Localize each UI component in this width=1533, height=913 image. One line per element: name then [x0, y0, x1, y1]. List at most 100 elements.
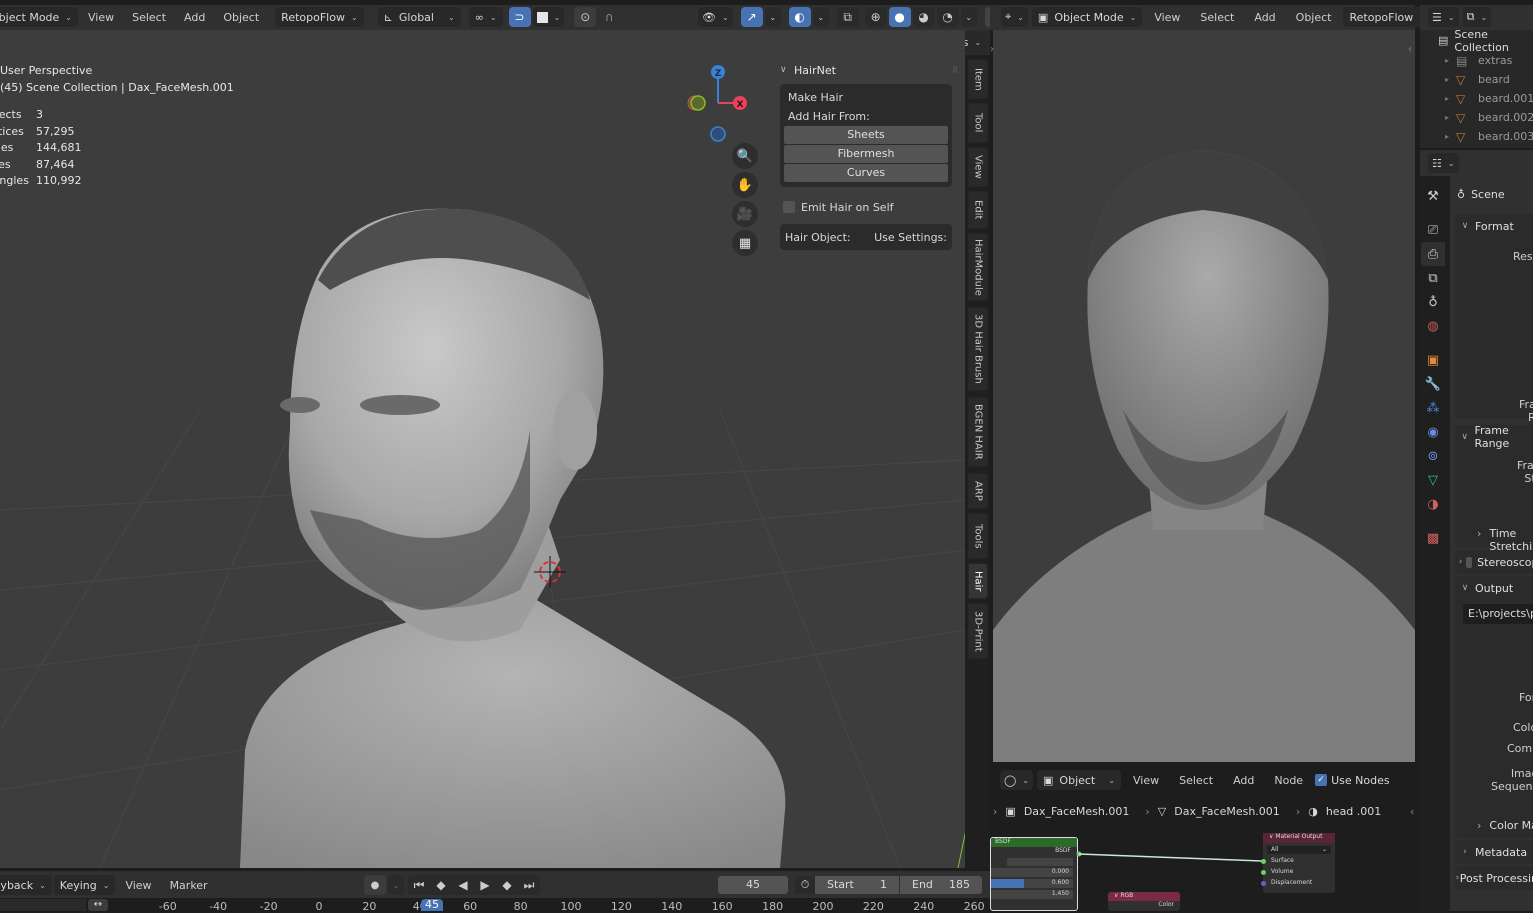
curves-button[interactable]: Curves: [784, 164, 948, 182]
tab-view-layer[interactable]: ⧉: [1421, 266, 1445, 290]
material-output-node[interactable]: ∨ Material Output All ⌄ Surface Volume Di…: [1261, 833, 1335, 893]
right-3d-viewport[interactable]: [993, 30, 1415, 762]
tab-3d-hair-brush[interactable]: 3D Hair Brush: [968, 307, 988, 391]
gizmo-toggle[interactable]: ↗: [740, 7, 763, 27]
timeline-menu-view[interactable]: View: [117, 875, 159, 895]
end-frame-field[interactable]: End 185: [900, 876, 982, 894]
playhead-frame[interactable]: 45: [421, 899, 443, 911]
right-menu-object[interactable]: Object: [1288, 7, 1340, 27]
timeline-ruler[interactable]: [0, 898, 990, 911]
shading-rendered[interactable]: ◔: [936, 7, 959, 27]
y-axis-handle[interactable]: [690, 95, 706, 111]
tab-material[interactable]: ◑: [1421, 492, 1445, 516]
next-keyframe-button[interactable]: ◆: [496, 875, 518, 895]
node-menu-select[interactable]: Select: [1171, 770, 1221, 790]
auto-key-button[interactable]: ●: [364, 875, 386, 895]
gizmo-dropdown[interactable]: ⌄: [764, 7, 781, 27]
transform-orientation[interactable]: ⊾ Global ⌄: [377, 7, 461, 27]
tab-hairmodule[interactable]: HairModule: [968, 233, 988, 301]
node-editor-type[interactable]: ◯ ⌄: [1000, 770, 1034, 790]
tab-arp[interactable]: ARP: [968, 473, 988, 509]
node-menu-node[interactable]: Node: [1266, 770, 1311, 790]
use-nodes-checkbox[interactable]: ✓: [1315, 774, 1328, 786]
tab-world[interactable]: ◍: [1421, 314, 1445, 338]
drag-handle-icon[interactable]: ⠿: [952, 66, 958, 75]
fibermesh-button[interactable]: Fibermesh: [784, 145, 948, 163]
tab-particles[interactable]: ⁂: [1421, 396, 1445, 420]
section-stereoscopy-header[interactable]: › Stereoscopy: [1455, 550, 1533, 574]
rgb-node[interactable]: ∨ RGB Color: [1108, 892, 1180, 911]
snap-target[interactable]: ⌄: [532, 7, 565, 27]
tab-hair[interactable]: Hair: [968, 563, 988, 599]
right-menu-select[interactable]: Select: [1192, 7, 1242, 27]
socket-volume[interactable]: Volume: [1261, 868, 1335, 879]
shading-material[interactable]: ◕: [912, 7, 935, 27]
zoom-button[interactable]: 🔍: [732, 143, 758, 169]
ortho-toggle-button[interactable]: ▦: [732, 230, 758, 256]
properties-editor-type[interactable]: ☷ ⌄: [1428, 153, 1459, 173]
outliner-item[interactable]: ▸ ▤ extras: [1438, 51, 1533, 70]
emit-hair-row[interactable]: Emit Hair on Self: [780, 199, 958, 215]
tab-output[interactable]: ⎙: [1421, 242, 1445, 266]
disclosure-triangle-icon[interactable]: ▸: [1438, 113, 1456, 122]
hairnet-header[interactable]: ∨ HairNet ⠿: [780, 62, 958, 78]
material-target-select[interactable]: All ⌄: [1267, 846, 1331, 854]
shader-type-selector[interactable]: ▣ Object ⌄: [1037, 770, 1122, 790]
section-frame-range-header[interactable]: ∨ Frame Range: [1455, 424, 1533, 450]
section-metadata-header[interactable]: › Metadata: [1455, 840, 1533, 864]
disclosure-triangle-icon[interactable]: ▸: [1438, 132, 1456, 141]
proportional-edit[interactable]: ⊙: [574, 7, 597, 27]
menu-select[interactable]: Select: [124, 7, 174, 27]
tab-3d-print[interactable]: 3D-Print: [968, 603, 988, 659]
tab-scene[interactable]: ♁: [1421, 290, 1445, 314]
play-reverse-button[interactable]: ◀: [452, 875, 474, 895]
outliner-item[interactable]: ▸ ▽ beard.001: [1438, 89, 1533, 108]
tab-bgen-hair[interactable]: BGEN HAIR: [968, 397, 988, 467]
section-post-processing-header[interactable]: ›Post Processing: [1455, 866, 1533, 890]
overlays-dropdown[interactable]: ⌄: [812, 7, 829, 27]
navigation-gizmo[interactable]: Z X: [680, 58, 760, 148]
outliner-item[interactable]: ▸ ▽ beard.002: [1438, 108, 1533, 127]
disclosure-triangle-icon[interactable]: ▸: [1438, 75, 1456, 84]
tab-edit[interactable]: Edit: [968, 191, 988, 229]
bsdf-value-2-slider[interactable]: 0.600: [991, 879, 1073, 888]
shading-dropdown[interactable]: ⌄: [960, 7, 977, 27]
tab-tools[interactable]: Tools: [968, 513, 988, 559]
tab-data[interactable]: ▽: [1421, 468, 1445, 492]
section-output-header[interactable]: ∨ Output: [1455, 576, 1533, 600]
timeline-resize-handle[interactable]: ↔: [88, 899, 108, 911]
mode-selector[interactable]: Object Mode ⌄: [0, 7, 78, 27]
play-button[interactable]: ▶: [474, 875, 496, 895]
current-frame-field[interactable]: 45: [718, 876, 788, 894]
node-menu-add[interactable]: Add: [1225, 770, 1262, 790]
prev-keyframe-button[interactable]: ◆: [430, 875, 452, 895]
expand-left-icon[interactable]: ›: [990, 44, 994, 55]
menu-object[interactable]: Object: [215, 7, 267, 27]
playback-menu[interactable]: Playback ⌄: [0, 875, 52, 895]
collapse-sidebar-icon[interactable]: ‹: [1410, 805, 1414, 818]
socket-surface[interactable]: Surface: [1261, 857, 1335, 868]
socket-displacement[interactable]: Displacement: [1261, 879, 1335, 890]
falloff-selector[interactable]: ∩: [598, 7, 620, 27]
shading-wireframe[interactable]: ⊕: [864, 7, 887, 27]
color-management-subpanel[interactable]: › Color Management: [1477, 819, 1533, 832]
pivot-point[interactable]: ∞ ⌄: [468, 7, 503, 27]
outliner-root[interactable]: ▤ Scene Collection: [1438, 28, 1533, 54]
tab-render[interactable]: ⎚: [1421, 218, 1445, 242]
breadcrumb-object[interactable]: Dax_FaceMesh.001: [1024, 805, 1130, 818]
stereoscopy-checkbox[interactable]: [1466, 556, 1473, 568]
disclosure-triangle-icon[interactable]: ▸: [1438, 56, 1456, 65]
snap-toggle[interactable]: ⊃: [508, 7, 531, 27]
right-menu-add[interactable]: Add: [1246, 7, 1283, 27]
shading-solid[interactable]: ●: [888, 7, 911, 27]
bsdf-value-3[interactable]: 1.450: [991, 890, 1073, 899]
overlays-toggle[interactable]: ◐: [788, 7, 811, 27]
auto-key-dropdown[interactable]: ⌄: [388, 875, 404, 895]
right-menu-view[interactable]: View: [1146, 7, 1188, 27]
tab-view[interactable]: View: [968, 147, 988, 187]
node-menu-view[interactable]: View: [1125, 770, 1167, 790]
visibility-selector[interactable]: 👁 ⌄: [698, 7, 733, 27]
menu-add[interactable]: Add: [176, 7, 213, 27]
tab-tool[interactable]: Tool: [968, 103, 988, 143]
emit-hair-checkbox[interactable]: [783, 201, 795, 213]
